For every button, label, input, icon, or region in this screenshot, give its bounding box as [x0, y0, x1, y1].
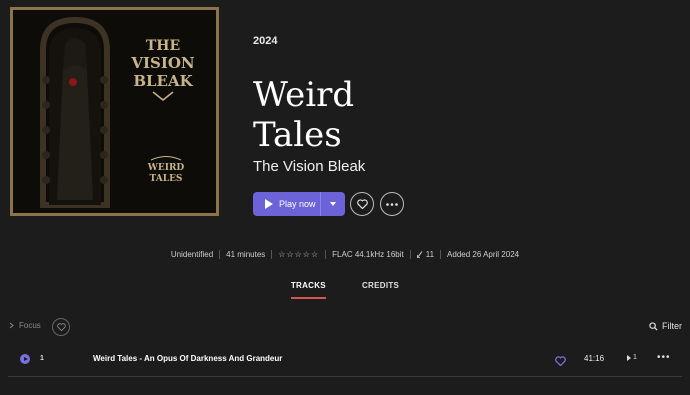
filter-label: Filter [662, 321, 682, 331]
divider [440, 250, 442, 259]
focus-toggle[interactable]: Focus [9, 321, 41, 330]
play-now-label: Play now [279, 199, 316, 209]
date-added: Added 26 April 2024 [447, 250, 520, 259]
album-cover-image: THE VISION BLEAK WEIRD TALES [13, 10, 216, 213]
album-tabs: TRACKS CREDITS [0, 281, 690, 299]
play-next-icon [627, 354, 631, 361]
track-title[interactable]: Weird Tales - An Opus Of Darkness And Gr… [93, 354, 282, 363]
tab-credits[interactable]: CREDITS [362, 281, 399, 299]
svg-text:WEIRD: WEIRD [147, 163, 185, 173]
track-favorite-button[interactable] [555, 353, 566, 371]
play-now-button[interactable]: Play now [253, 199, 320, 209]
track-row[interactable]: 1 Weird Tales - An Opus Of Darkness And … [8, 348, 682, 372]
release-year: 2024 [253, 35, 278, 47]
heart-icon [356, 199, 368, 209]
caret-down-icon [330, 202, 336, 206]
row-divider [8, 376, 682, 377]
favorite-button[interactable] [350, 192, 374, 216]
divider [409, 250, 411, 259]
track-number: 1 [40, 355, 44, 362]
svg-text:VISION: VISION [130, 54, 195, 72]
play-next-count: 1 [633, 354, 637, 361]
divider [271, 250, 273, 259]
track-more-options[interactable]: ••• [657, 352, 671, 363]
svg-text:BLEAK: BLEAK [133, 72, 193, 90]
album-title: Weird Tales [253, 75, 355, 155]
more-horizontal-icon [386, 202, 398, 206]
chevron-right-icon [9, 322, 14, 329]
heart-icon [555, 356, 566, 367]
album-metadata: Unidentified 41 minutes ☆☆☆☆☆ FLAC 44.1k… [0, 250, 690, 259]
play-icon [23, 357, 28, 361]
track-duration: 41:16 [584, 354, 605, 363]
divider [325, 250, 327, 259]
more-options-button[interactable] [380, 192, 404, 216]
svg-text:TALES: TALES [150, 174, 183, 184]
album-cover[interactable]: THE VISION BLEAK WEIRD TALES [10, 7, 219, 216]
focus-label: Focus [19, 321, 41, 330]
audio-format: FLAC 44.1kHz 16bit [332, 250, 404, 259]
divider [219, 250, 221, 259]
track-count: 11 [416, 250, 435, 259]
track-count-value: 11 [425, 250, 435, 259]
identification-status[interactable]: Unidentified [171, 250, 213, 259]
tab-tracks[interactable]: TRACKS [290, 281, 326, 299]
play-icon [265, 199, 273, 209]
favorites-filter-button[interactable] [52, 318, 70, 336]
play-next-button[interactable]: 1 [627, 354, 637, 361]
track-count-icon [416, 251, 423, 258]
track-play-button[interactable] [20, 354, 30, 364]
search-icon [649, 321, 658, 331]
artist-name[interactable]: The Vision Bleak [253, 158, 365, 175]
play-options-dropdown[interactable] [321, 192, 345, 216]
svg-text:THE: THE [146, 38, 180, 54]
album-duration: 41 minutes [226, 250, 266, 259]
heart-icon [56, 323, 66, 331]
play-now-button-group: Play now [253, 192, 345, 216]
rating-stars[interactable]: ☆☆☆☆☆ [278, 250, 319, 259]
filter-button[interactable]: Filter [649, 321, 682, 331]
